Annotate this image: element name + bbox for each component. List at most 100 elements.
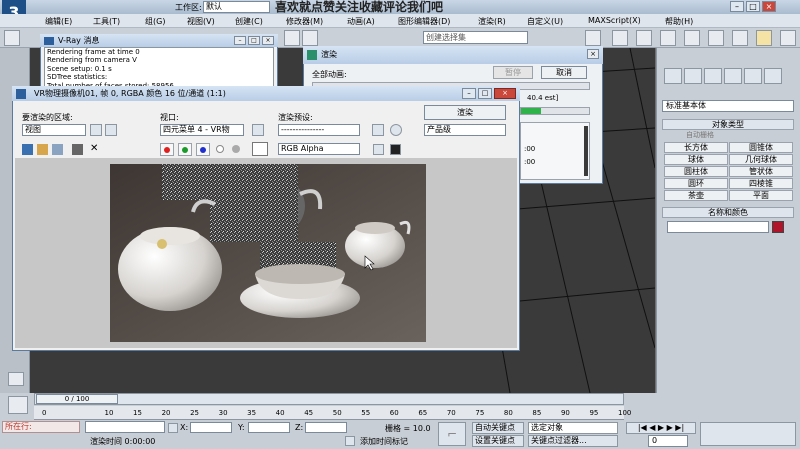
time-tag-icon[interactable] bbox=[345, 436, 355, 446]
key-selection-dropdown[interactable]: 选定对象 bbox=[528, 422, 618, 434]
copy-image-icon[interactable] bbox=[52, 144, 63, 155]
z-coord-field[interactable] bbox=[305, 422, 347, 433]
menu-maxscript[interactable]: MAXScript(X) bbox=[588, 16, 641, 25]
pause-button[interactable]: 暂停 bbox=[493, 66, 533, 79]
viewport-dropdown[interactable]: 四元菜单 4 - VR物 bbox=[160, 124, 244, 136]
minimize-button[interactable]: – bbox=[730, 1, 744, 12]
auto-region-icon[interactable] bbox=[105, 124, 117, 136]
alpha-channel-toggle[interactable] bbox=[216, 145, 224, 153]
geosphere-button[interactable]: 几何球体 bbox=[729, 154, 793, 165]
viewport-toggle-icon[interactable] bbox=[8, 372, 24, 386]
background-color-swatch[interactable] bbox=[252, 142, 268, 156]
red-channel-toggle[interactable] bbox=[160, 143, 174, 156]
blue-channel-toggle[interactable] bbox=[196, 143, 210, 156]
selection-set-dropdown[interactable]: 创建选择集 bbox=[423, 31, 528, 44]
x-coord-field[interactable] bbox=[190, 422, 232, 433]
mirror-icon[interactable] bbox=[585, 30, 601, 46]
name-color-rollout[interactable]: 名称和颜色 bbox=[662, 207, 794, 218]
menu-tools[interactable]: 工具(T) bbox=[93, 16, 120, 27]
menu-group[interactable]: 组(G) bbox=[145, 16, 165, 27]
display-tab-icon[interactable] bbox=[744, 68, 762, 84]
set-key-button[interactable]: 设置关键点 bbox=[472, 435, 524, 447]
mini-curve-editor-icon[interactable] bbox=[8, 396, 28, 414]
close-button[interactable]: × bbox=[762, 1, 776, 12]
create-tab-icon[interactable] bbox=[664, 68, 682, 84]
y-coord-field[interactable] bbox=[248, 422, 290, 433]
modify-tab-icon[interactable] bbox=[684, 68, 702, 84]
navigation-controls[interactable] bbox=[700, 422, 796, 446]
sphere-button[interactable]: 球体 bbox=[664, 154, 728, 165]
display-toggle-icon[interactable] bbox=[373, 144, 384, 155]
render-dialog-close[interactable]: × bbox=[587, 49, 599, 59]
schematic-icon[interactable] bbox=[684, 30, 700, 46]
clone-frame-icon[interactable] bbox=[37, 144, 48, 155]
cone-button[interactable]: 圆锥体 bbox=[729, 142, 793, 153]
menu-rendering[interactable]: 渲染(R) bbox=[478, 16, 506, 27]
quality-dropdown[interactable]: 产品级 bbox=[424, 124, 506, 136]
time-slider-thumb[interactable]: 0 / 100 bbox=[36, 394, 118, 404]
add-time-tag[interactable]: 添加时间标记 bbox=[360, 436, 408, 447]
environment-icon[interactable] bbox=[390, 124, 402, 136]
menu-graph-editors[interactable]: 图形编辑器(D) bbox=[398, 16, 450, 27]
menu-edit[interactable]: 编辑(E) bbox=[45, 16, 72, 27]
teapot-button[interactable]: 茶壶 bbox=[664, 190, 728, 201]
menu-create[interactable]: 创建(C) bbox=[235, 16, 263, 27]
auto-key-button[interactable]: 自动关键点 bbox=[472, 422, 524, 434]
cancel-button[interactable]: 取消 bbox=[541, 66, 587, 79]
vray-minimize-button[interactable]: – bbox=[234, 36, 246, 45]
menu-customize[interactable]: 自定义(U) bbox=[527, 16, 563, 27]
layer-icon[interactable] bbox=[636, 30, 652, 46]
workspace-dropdown[interactable]: 默认 bbox=[203, 1, 270, 13]
render-setup-icon[interactable] bbox=[732, 30, 748, 46]
select-move-icon[interactable] bbox=[302, 30, 318, 46]
motion-tab-icon[interactable] bbox=[724, 68, 742, 84]
menu-help[interactable]: 帮助(H) bbox=[665, 16, 693, 27]
vfb-close-button[interactable]: × bbox=[494, 88, 516, 99]
align-icon[interactable] bbox=[612, 30, 628, 46]
channel-dropdown[interactable]: RGB Alpha bbox=[278, 143, 360, 155]
menu-animation[interactable]: 动画(A) bbox=[347, 16, 375, 27]
box-button[interactable]: 长方体 bbox=[664, 142, 728, 153]
playback-controls[interactable]: |◀ ◀ ▶ ▶ ▶| bbox=[626, 422, 696, 434]
menu-modifiers[interactable]: 修改器(M) bbox=[286, 16, 323, 27]
object-color-swatch[interactable] bbox=[772, 221, 784, 233]
vfb-maximize-button[interactable]: □ bbox=[478, 88, 492, 99]
cylinder-button[interactable]: 圆柱体 bbox=[664, 166, 728, 177]
maximize-button[interactable]: □ bbox=[746, 1, 760, 12]
time-slider[interactable] bbox=[34, 393, 624, 405]
maxscript-listener[interactable]: 所在行: bbox=[2, 421, 80, 433]
category-dropdown[interactable]: 标准基本体 bbox=[662, 100, 794, 112]
autogrid-checkbox[interactable]: 自动栅格 bbox=[686, 130, 714, 140]
key-filters-button[interactable]: 关键点过滤器... bbox=[528, 435, 618, 447]
lock-viewport-icon[interactable] bbox=[252, 124, 264, 136]
object-type-rollout[interactable]: 对象类型 bbox=[662, 119, 794, 130]
save-image-icon[interactable] bbox=[22, 144, 33, 155]
vray-close-button[interactable]: × bbox=[262, 36, 274, 45]
clear-icon[interactable]: ✕ bbox=[90, 144, 101, 155]
area-dropdown[interactable]: 视图 bbox=[22, 124, 86, 136]
menu-views[interactable]: 视图(V) bbox=[187, 16, 215, 27]
torus-button[interactable]: 圆环 bbox=[664, 178, 728, 189]
curve-editor-icon[interactable] bbox=[660, 30, 676, 46]
mono-channel-toggle[interactable] bbox=[232, 145, 240, 153]
render-button[interactable]: 渲染 bbox=[424, 105, 506, 120]
tube-button[interactable]: 管状体 bbox=[729, 166, 793, 177]
vray-maximize-button[interactable]: □ bbox=[248, 36, 260, 45]
region-edit-icon[interactable] bbox=[90, 124, 102, 136]
dialog-scrollbar[interactable] bbox=[584, 126, 588, 176]
vfb-minimize-button[interactable]: – bbox=[462, 88, 476, 99]
undo-icon[interactable] bbox=[4, 30, 20, 46]
green-channel-toggle[interactable] bbox=[178, 143, 192, 156]
current-frame-field[interactable]: 0 bbox=[648, 435, 688, 447]
print-icon[interactable] bbox=[72, 144, 83, 155]
material-editor-icon[interactable] bbox=[708, 30, 724, 46]
pyramid-button[interactable]: 四棱锥 bbox=[729, 178, 793, 189]
select-icon[interactable] bbox=[284, 30, 300, 46]
utilities-tab-icon[interactable] bbox=[764, 68, 782, 84]
show-image-icon[interactable] bbox=[390, 144, 401, 155]
object-name-field[interactable] bbox=[667, 221, 769, 233]
quick-render-icon[interactable] bbox=[780, 30, 796, 46]
plane-button[interactable]: 平面 bbox=[729, 190, 793, 201]
render-frame-icon[interactable] bbox=[756, 30, 772, 46]
preset-dropdown[interactable]: --------------- bbox=[278, 124, 360, 136]
